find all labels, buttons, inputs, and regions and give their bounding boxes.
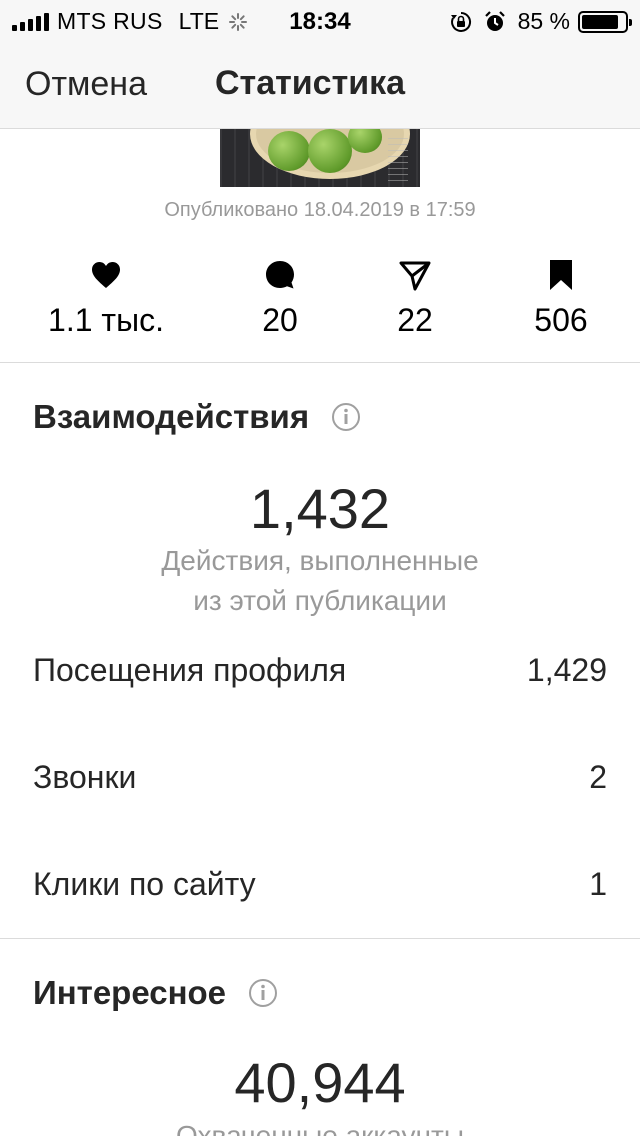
info-icon[interactable]	[331, 402, 361, 432]
discovery-caption-line1: Охваченные аккаунты	[176, 1120, 464, 1136]
status-bar: MTS RUS LTE 18:34 85 %	[0, 0, 640, 40]
navigation-bar: Отмена Статистика	[0, 40, 640, 129]
stat-label: Звонки	[33, 759, 137, 795]
saves-count: 506	[534, 302, 588, 338]
orientation-lock-icon	[450, 11, 471, 32]
stat-value: 1	[589, 866, 607, 902]
cancel-button[interactable]: Отмена	[25, 65, 147, 104]
discovery-heading: Интересное	[33, 974, 278, 1012]
divider	[0, 938, 640, 939]
saves-metric: 506	[481, 258, 640, 339]
post-thumbnail[interactable]	[220, 129, 420, 187]
shares-metric: 22	[335, 258, 495, 339]
stat-row-profile-visits: Посещения профиля 1,429	[33, 652, 607, 689]
published-date: Опубликовано 18.04.2019 в 17:59	[164, 199, 476, 221]
comment-icon	[266, 261, 294, 289]
discovery-title: Интересное	[33, 974, 227, 1011]
stat-label: Клики по сайту	[33, 866, 256, 902]
stat-value: 1,429	[526, 652, 607, 688]
stat-label: Посещения профиля	[33, 652, 347, 688]
heart-icon	[92, 262, 120, 288]
alarm-icon	[484, 10, 505, 31]
bookmark-icon	[550, 260, 572, 290]
battery-percent: 85 %	[517, 8, 570, 34]
page-title: Статистика	[215, 64, 406, 102]
discovery-total: 40,944	[234, 1051, 406, 1114]
stat-row-calls: Звонки 2	[33, 759, 607, 796]
interactions-caption-line2: из этой публикации	[193, 585, 447, 616]
info-icon[interactable]	[248, 978, 278, 1008]
likes-metric: 1.1 тыс.	[26, 258, 186, 339]
shares-count: 22	[397, 302, 433, 338]
divider	[0, 362, 640, 363]
interactions-heading: Взаимодействия	[33, 398, 361, 436]
share-icon	[399, 261, 431, 291]
likes-count: 1.1 тыс.	[48, 302, 164, 338]
battery-icon	[578, 10, 632, 33]
stat-row-website-clicks: Клики по сайту 1	[33, 866, 607, 903]
interactions-caption-line1: Действия, выполненные	[161, 545, 479, 576]
interactions-total: 1,432	[249, 477, 391, 540]
interactions-title: Взаимодействия	[33, 398, 310, 435]
stat-value: 2	[589, 759, 607, 795]
